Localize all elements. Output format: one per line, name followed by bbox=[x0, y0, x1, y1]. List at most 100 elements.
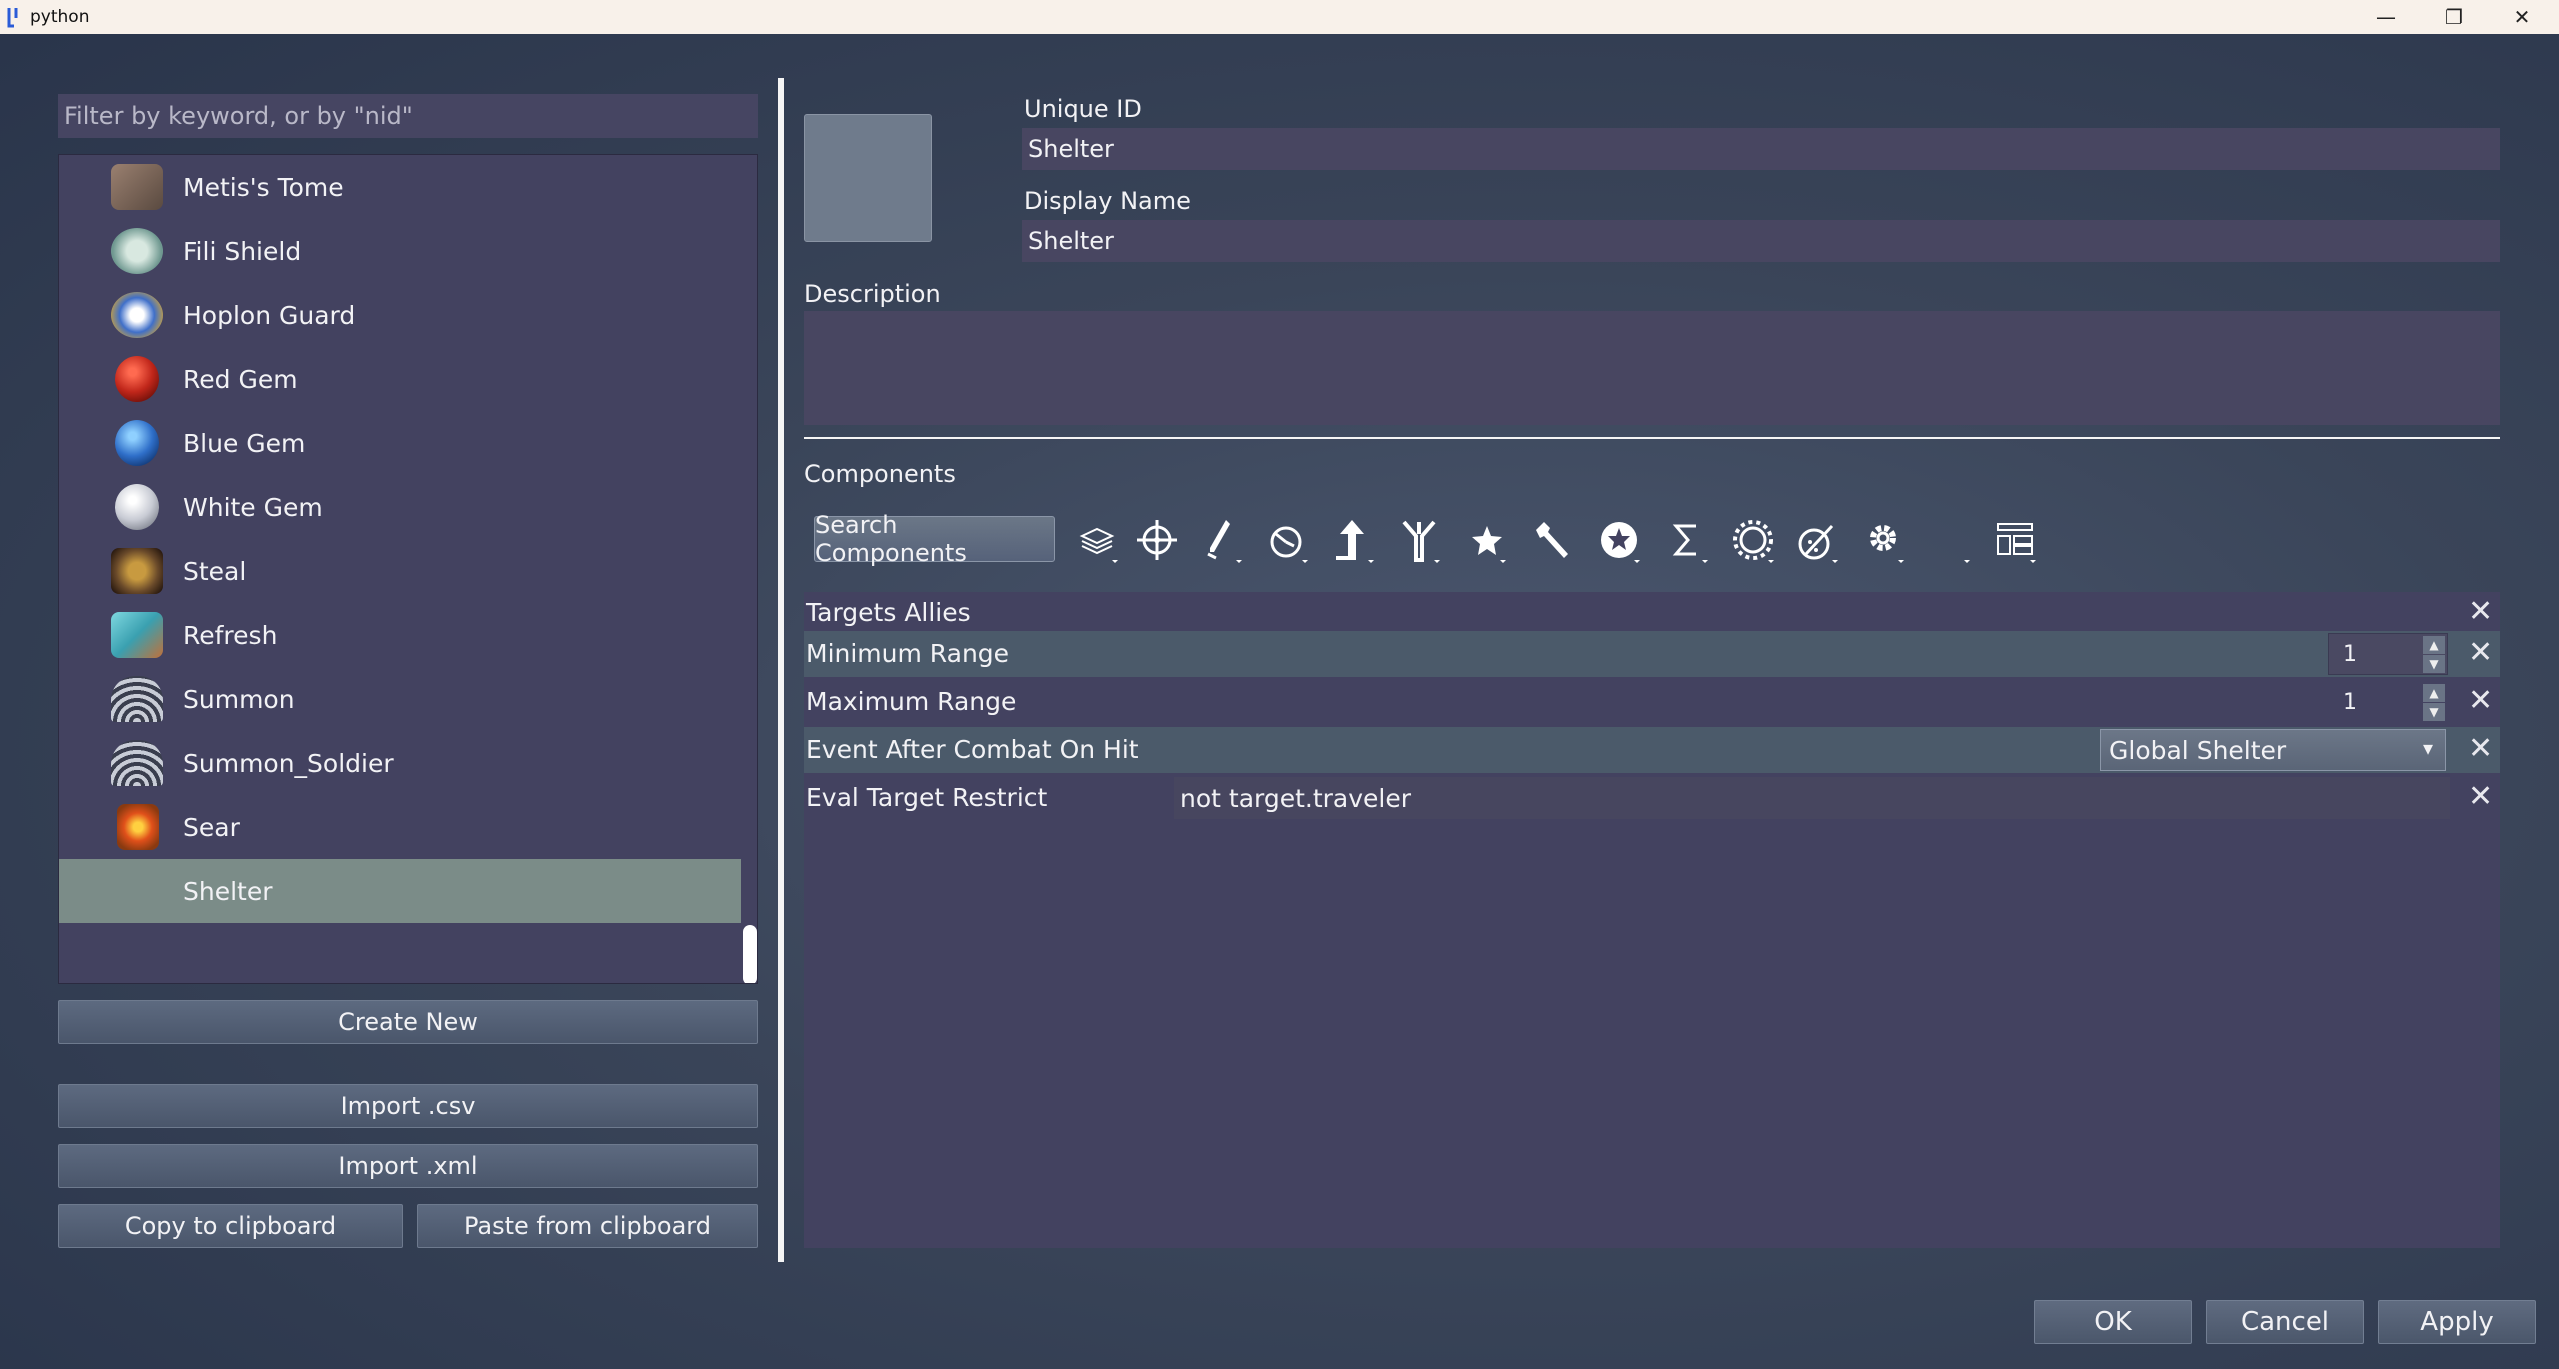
copy-to-clipboard-button[interactable]: Copy to clipboard bbox=[58, 1204, 403, 1248]
title-bar: python — ❐ ✕ bbox=[0, 0, 2559, 34]
list-item-label: Blue Gem bbox=[183, 428, 306, 458]
item-list[interactable]: Metis's Tome Fili Shield Hoplon Guard Re… bbox=[58, 154, 758, 984]
description-label: Description bbox=[804, 280, 941, 308]
list-scrollbar-thumb[interactable] bbox=[743, 925, 757, 983]
white-gem-icon bbox=[115, 484, 159, 530]
sword-icon[interactable] bbox=[1196, 514, 1250, 566]
burst-icon[interactable] bbox=[1726, 514, 1780, 566]
crosshair-icon[interactable] bbox=[1130, 514, 1184, 566]
spin-down-icon[interactable]: ▼ bbox=[2423, 655, 2445, 673]
eval-expression-field[interactable]: not target.traveler bbox=[1174, 777, 2450, 819]
list-item-label: Hoplon Guard bbox=[183, 300, 356, 330]
list-item-label: Steal bbox=[183, 556, 247, 586]
arrow-up-icon[interactable] bbox=[1328, 514, 1382, 566]
component-label: Event After Combat On Hit bbox=[806, 735, 1139, 764]
event-select[interactable]: Global Shelter ▾ bbox=[2100, 729, 2446, 771]
import-xml-button[interactable]: Import .xml bbox=[58, 1144, 758, 1188]
filter-input[interactable] bbox=[58, 94, 758, 138]
list-item[interactable]: Fili Shield bbox=[59, 219, 741, 283]
list-item-label: Summon bbox=[183, 684, 295, 714]
list-scrollbar[interactable] bbox=[741, 155, 757, 983]
item-icon-preview[interactable] bbox=[804, 114, 932, 242]
component-label: Targets Allies bbox=[806, 598, 971, 627]
import-csv-button[interactable]: Import .csv bbox=[58, 1084, 758, 1128]
component-eval-target-restrict[interactable]: Eval Target Restrict not target.traveler… bbox=[804, 775, 2500, 821]
list-item[interactable]: Summon_Soldier bbox=[59, 731, 741, 795]
list-item[interactable]: Summon bbox=[59, 667, 741, 731]
star-icon[interactable] bbox=[1460, 514, 1514, 566]
apply-button[interactable]: Apply bbox=[2378, 1300, 2536, 1344]
minimum-range-spinbox[interactable]: 1 ▲ ▼ bbox=[2328, 633, 2448, 675]
list-item[interactable]: Refresh bbox=[59, 603, 741, 667]
list-item-label: Metis's Tome bbox=[183, 172, 344, 202]
close-button[interactable]: ✕ bbox=[2488, 0, 2556, 34]
component-label: Maximum Range bbox=[806, 687, 1017, 716]
blank-icon[interactable] bbox=[1924, 514, 1978, 566]
component-event-after-combat[interactable]: Event After Combat On Hit Global Shelter… bbox=[804, 727, 2500, 773]
list-item[interactable]: Hoplon Guard bbox=[59, 283, 741, 347]
maximize-button[interactable]: ❐ bbox=[2420, 0, 2488, 34]
remove-component-icon[interactable]: ✕ bbox=[2468, 683, 2493, 718]
refresh-icon bbox=[111, 612, 163, 658]
paste-from-clipboard-button[interactable]: Paste from clipboard bbox=[417, 1204, 758, 1248]
unique-id-label: Unique ID bbox=[1024, 95, 1142, 123]
remove-component-icon[interactable]: ✕ bbox=[2468, 779, 2493, 814]
panel-splitter[interactable] bbox=[778, 78, 784, 1262]
maximum-range-spinbox[interactable]: 1 ▲ ▼ bbox=[2328, 681, 2448, 723]
list-item[interactable]: Metis's Tome bbox=[59, 155, 741, 219]
list-item[interactable]: Steal bbox=[59, 539, 741, 603]
display-name-field[interactable]: Shelter bbox=[1022, 220, 2500, 262]
list-item[interactable]: Blue Gem bbox=[59, 411, 741, 475]
component-targets-allies[interactable]: Targets Allies ✕ bbox=[804, 590, 2500, 636]
summon-soldier-icon bbox=[111, 740, 163, 786]
search-components-button[interactable]: Search Components bbox=[814, 511, 1055, 567]
spin-down-icon[interactable]: ▼ bbox=[2423, 703, 2445, 721]
maximum-range-value: 1 bbox=[2343, 689, 2357, 715]
component-maximum-range[interactable]: Maximum Range 1 ▲ ▼ ✕ bbox=[804, 679, 2500, 725]
summon-icon bbox=[111, 676, 163, 722]
description-field[interactable] bbox=[804, 311, 2500, 425]
components-label: Components bbox=[804, 460, 956, 488]
divider bbox=[804, 437, 2500, 439]
ok-button[interactable]: OK bbox=[2034, 1300, 2192, 1344]
remove-component-icon[interactable]: ✕ bbox=[2468, 594, 2493, 629]
list-item-label: Red Gem bbox=[183, 364, 298, 394]
create-new-button[interactable]: Create New bbox=[58, 1000, 758, 1044]
minimum-range-value: 1 bbox=[2343, 641, 2357, 667]
list-item-label: Sear bbox=[183, 812, 240, 842]
event-select-value: Global Shelter bbox=[2109, 735, 2287, 765]
shield-icon bbox=[111, 228, 163, 274]
cancel-button[interactable]: Cancel bbox=[2206, 1300, 2364, 1344]
list-item[interactable]: Sear bbox=[59, 795, 741, 859]
sigma-icon[interactable] bbox=[1662, 514, 1716, 566]
blue-gem-icon bbox=[115, 420, 159, 466]
python-app-icon bbox=[7, 8, 18, 28]
clock-icon[interactable] bbox=[1262, 514, 1316, 566]
tome-icon bbox=[111, 164, 163, 210]
window-title: python bbox=[30, 7, 90, 27]
list-item[interactable]: Red Gem bbox=[59, 347, 741, 411]
remove-component-icon[interactable]: ✕ bbox=[2468, 635, 2493, 670]
layout-icon[interactable] bbox=[1990, 514, 2044, 566]
component-minimum-range[interactable]: Minimum Range 1 ▲ ▼ ✕ bbox=[804, 631, 2500, 677]
red-gem-icon bbox=[115, 356, 159, 402]
badge-star-icon[interactable] bbox=[1592, 514, 1646, 566]
chevron-down-icon: ▾ bbox=[2422, 736, 2433, 760]
wrench-icon[interactable] bbox=[1526, 514, 1580, 566]
guard-icon bbox=[111, 292, 163, 338]
minimize-button[interactable]: — bbox=[2352, 0, 2420, 34]
list-item[interactable]: White Gem bbox=[59, 475, 741, 539]
list-item-label: Refresh bbox=[183, 620, 278, 650]
spin-up-icon[interactable]: ▲ bbox=[2423, 684, 2445, 702]
list-item-label: Fili Shield bbox=[183, 236, 302, 266]
fork-icon[interactable] bbox=[1394, 514, 1448, 566]
spin-up-icon[interactable]: ▲ bbox=[2423, 636, 2445, 654]
list-item-selected[interactable]: Shelter bbox=[59, 859, 741, 923]
layers-icon[interactable] bbox=[1070, 514, 1124, 566]
gear-icon[interactable] bbox=[1858, 514, 1912, 566]
list-item-label: Shelter bbox=[183, 876, 273, 906]
remove-component-icon[interactable]: ✕ bbox=[2468, 731, 2493, 766]
unique-id-field[interactable]: Shelter bbox=[1022, 128, 2500, 170]
component-label: Eval Target Restrict bbox=[806, 783, 1048, 812]
palette-icon[interactable] bbox=[1792, 514, 1846, 566]
